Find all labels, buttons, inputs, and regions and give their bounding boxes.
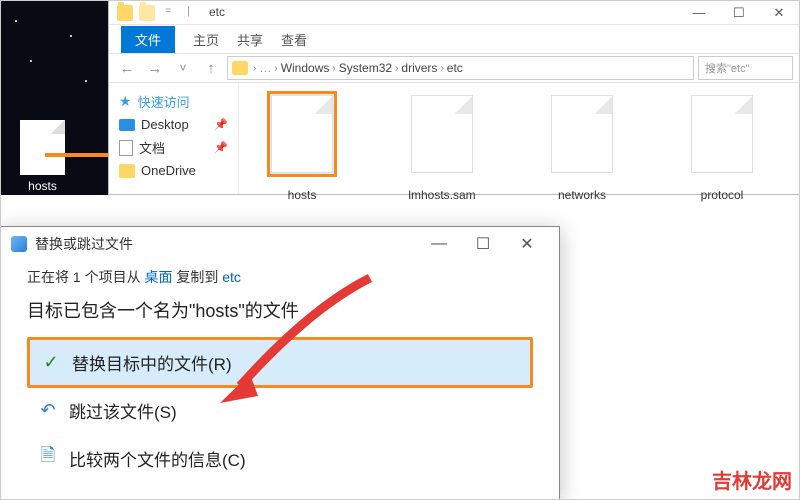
file-item-networks[interactable]: networks: [527, 91, 637, 186]
sidebar-item-onedrive[interactable]: OneDrive: [113, 160, 234, 181]
address-bar[interactable]: › … › Windows › System32 › drivers › etc: [227, 56, 694, 80]
close-button[interactable]: ✕: [505, 229, 549, 259]
chevron-right-icon: ›: [253, 63, 256, 74]
sidebar-item-label: Desktop: [141, 117, 189, 132]
option-skip[interactable]: ↶ 跳过该文件(S): [27, 388, 533, 433]
sidebar: ★ 快速访问 Desktop 📌 文档 📌 OneDrive: [109, 83, 239, 194]
option-compare[interactable]: 🗎 比较两个文件的信息(C): [27, 433, 533, 483]
option-label: 跳过该文件(S): [69, 398, 177, 423]
onedrive-icon: [119, 164, 135, 178]
maximize-button[interactable]: ☐: [719, 1, 759, 25]
option-label: 替换目标中的文件(R): [72, 350, 232, 375]
option-replace[interactable]: ✓ 替换目标中的文件(R): [27, 337, 533, 388]
chevron-right-icon: ›: [440, 63, 443, 74]
dialog-titlebar: 替换或跳过文件 — ☐ ✕: [1, 227, 559, 261]
sidebar-item-label: 快速访问: [138, 92, 190, 111]
maximize-button[interactable]: ☐: [461, 229, 505, 259]
file-item-hosts[interactable]: hosts: [247, 91, 357, 186]
breadcrumb[interactable]: drivers: [401, 61, 437, 75]
file-icon: [20, 120, 65, 175]
document-icon: [119, 140, 133, 156]
close-button[interactable]: ✕: [759, 1, 799, 25]
tab-home[interactable]: 主页: [193, 30, 219, 49]
minimize-button[interactable]: —: [417, 229, 461, 259]
replace-dialog: 替换或跳过文件 — ☐ ✕ 正在将 1 个项目从 桌面 复制到 etc 目标已包…: [0, 226, 560, 500]
folder-icon: [139, 5, 155, 21]
file-list: hosts lmhosts.sam networks protocol: [239, 83, 799, 194]
breadcrumb[interactable]: etc: [447, 61, 463, 75]
file-name: hosts: [247, 188, 357, 202]
desktop-file-label: hosts: [20, 179, 65, 193]
chevron-right-icon: ›: [332, 63, 335, 74]
dialog-title: 替换或跳过文件: [35, 234, 133, 254]
file-item-protocol[interactable]: protocol: [667, 91, 777, 186]
file-icon: [271, 95, 333, 173]
pin-icon: 📌: [214, 118, 228, 131]
nav-back-button[interactable]: ←: [115, 56, 139, 80]
desktop-background: hosts: [0, 0, 108, 195]
star-icon: ★: [119, 93, 132, 110]
search-input[interactable]: 搜索"etc": [698, 56, 793, 80]
folder-icon: [117, 5, 133, 21]
search-placeholder: 搜索"etc": [705, 60, 749, 76]
file-item-lmhosts[interactable]: lmhosts.sam: [387, 91, 497, 186]
file-name: networks: [527, 188, 637, 202]
ribbon-tabs: 文件 主页 共享 查看: [109, 25, 799, 53]
file-name: protocol: [667, 188, 777, 202]
sidebar-quick-access[interactable]: ★ 快速访问: [113, 89, 234, 114]
separator: =: [161, 5, 177, 21]
sidebar-item-documents[interactable]: 文档 📌: [113, 135, 234, 160]
compare-icon: 🗎: [37, 443, 59, 473]
chevron-right-icon: ›: [274, 63, 277, 74]
check-icon: ✓: [40, 352, 62, 373]
sidebar-item-desktop[interactable]: Desktop 📌: [113, 114, 234, 135]
dialog-subtitle: 正在将 1 个项目从 桌面 复制到 etc: [27, 267, 533, 287]
sidebar-item-label: 文档: [139, 138, 165, 157]
dialog-message: 目标已包含一个名为"hosts"的文件: [27, 297, 533, 323]
explorer-window: = | etc — ☐ ✕ 文件 主页 共享 查看 ← → ˅ ↑ › … › …: [108, 0, 800, 195]
file-icon: [411, 95, 473, 173]
tab-file[interactable]: 文件: [121, 26, 175, 53]
dialog-icon: [11, 236, 27, 252]
tab-share[interactable]: 共享: [237, 30, 263, 49]
nav-history-button[interactable]: ˅: [171, 56, 195, 80]
breadcrumb[interactable]: Windows: [281, 61, 330, 75]
address-row: ← → ˅ ↑ › … › Windows › System32 › drive…: [109, 53, 799, 83]
undo-icon: ↶: [37, 400, 59, 421]
window-title: etc: [205, 5, 221, 21]
folder-icon: [232, 61, 248, 75]
chevron-right-icon: ›: [395, 63, 398, 74]
nav-up-button[interactable]: ↑: [199, 56, 223, 80]
watermark: 吉林龙网: [712, 465, 792, 494]
file-icon: [691, 95, 753, 173]
file-icon: [551, 95, 613, 173]
separator: |: [183, 5, 199, 21]
breadcrumb[interactable]: System32: [339, 61, 392, 75]
minimize-button[interactable]: —: [679, 1, 719, 25]
file-name: lmhosts.sam: [387, 188, 497, 202]
nav-forward-button[interactable]: →: [143, 56, 167, 80]
option-label: 比较两个文件的信息(C): [69, 446, 246, 471]
tab-view[interactable]: 查看: [281, 30, 307, 49]
titlebar: = | etc — ☐ ✕: [109, 1, 799, 25]
pin-icon: 📌: [214, 141, 228, 154]
sidebar-item-label: OneDrive: [141, 163, 196, 178]
desktop-icon: [119, 119, 135, 131]
